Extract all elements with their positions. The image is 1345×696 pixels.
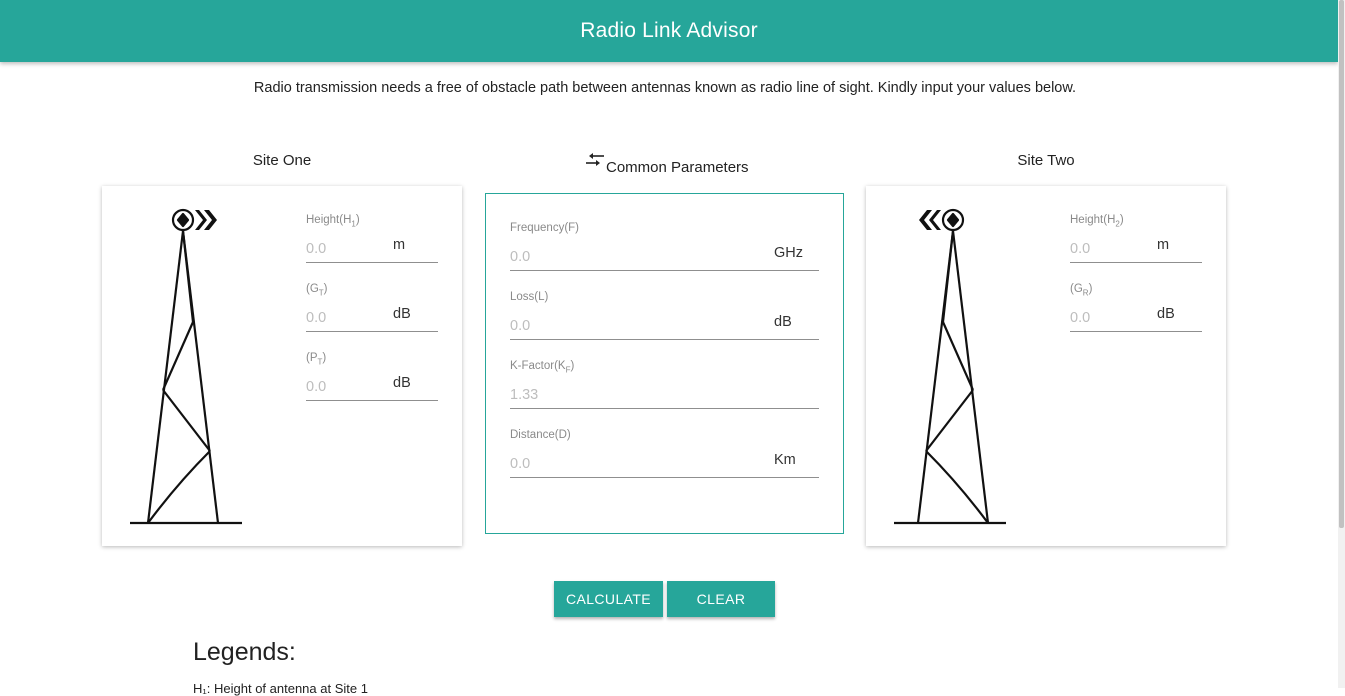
field-input[interactable]: 1.33 [510, 387, 538, 403]
field-input-row[interactable]: 1.33 [510, 374, 819, 410]
common-parameters-title: Common Parameters [606, 159, 749, 176]
field-unit: dB [393, 375, 411, 392]
site-one-field-2: (GT) 0.0 dB [306, 283, 438, 333]
field-input[interactable]: 0.0 [306, 379, 326, 395]
field-label: (GT) [306, 283, 328, 298]
field-input[interactable]: 0.0 [510, 318, 530, 334]
field-unit: m [393, 237, 406, 254]
field-label: Frequency(F) [510, 222, 580, 234]
common-field-2: Loss(L) 0.0 dB [510, 291, 819, 341]
intro-text: Radio transmission needs a free of obsta… [253, 80, 1077, 96]
field-input[interactable]: 0.0 [510, 249, 530, 265]
field-input[interactable]: 0.0 [306, 310, 326, 326]
site-two-field-1: Height(H2) 0.0 m [1070, 214, 1202, 264]
field-input-row[interactable]: 0.0 dB [510, 305, 819, 341]
field-input-row[interactable]: 0.0 GHz [510, 236, 819, 272]
legends-heading: Legends: [193, 638, 296, 666]
legend-line-1: H₁: Height of antenna at Site 1 [193, 681, 368, 696]
app-bar: Radio Link Advisor [0, 0, 1338, 62]
tower-site-two-icon [894, 208, 1006, 525]
field-input[interactable]: 0.0 [306, 241, 326, 257]
clear-button[interactable]: CLEAR [667, 581, 775, 617]
common-field-3: K-Factor(KF) 1.33 [510, 360, 819, 410]
field-unit: dB [774, 314, 792, 331]
field-unit: Km [774, 452, 796, 469]
field-unit: dB [393, 306, 411, 323]
site-one-title: Site One [252, 152, 312, 169]
app-title: Radio Link Advisor [580, 19, 758, 42]
field-input-row[interactable]: 0.0 dB [1070, 297, 1202, 333]
field-input-row[interactable]: 0.0 dB [306, 366, 438, 402]
scrollbar-thumb[interactable] [1339, 0, 1344, 528]
site-one-field-1: Height(H1) 0.0 m [306, 214, 438, 264]
site-two-field-2: (GR) 0.0 dB [1070, 283, 1202, 333]
common-parameters-card: Frequency(F) 0.0 GHz Loss(L) 0.0 dB K-Factor(K… [485, 193, 844, 534]
field-unit: m [1157, 237, 1170, 254]
vertical-scrollbar[interactable] [1338, 0, 1345, 688]
field-input-row[interactable]: 0.0 Km [510, 443, 819, 479]
field-label: (PT) [306, 352, 327, 367]
field-input-row[interactable]: 0.0 m [1070, 228, 1202, 264]
field-input-row[interactable]: 0.0 dB [306, 297, 438, 333]
field-input[interactable]: 0.0 [1070, 310, 1090, 326]
field-label: Height(H2) [1070, 214, 1124, 229]
field-label: Height(H1) [306, 214, 360, 229]
common-field-1: Frequency(F) 0.0 GHz [510, 222, 819, 272]
site-two-card: Height(H2) 0.0 m (GR) 0.0 dB [866, 186, 1226, 546]
site-two-title: Site Two [1017, 152, 1075, 169]
tower-site-one-icon [130, 208, 242, 525]
field-label: (GR) [1070, 283, 1093, 298]
swap-arrows-icon [586, 153, 604, 166]
field-input[interactable]: 0.0 [510, 456, 530, 472]
site-one-card: Height(H1) 0.0 m (GT) 0.0 dB (PT) 0.0 dB [102, 186, 462, 546]
field-unit: dB [1157, 306, 1175, 323]
field-input[interactable]: 0.0 [1070, 241, 1090, 257]
common-field-4: Distance(D) 0.0 Km [510, 429, 819, 479]
field-input-row[interactable]: 0.0 m [306, 228, 438, 264]
site-one-field-3: (PT) 0.0 dB [306, 352, 438, 402]
field-label: Loss(L) [510, 291, 549, 303]
field-label: K-Factor(KF) [510, 360, 575, 375]
field-label: Distance(D) [510, 429, 571, 441]
field-unit: GHz [774, 245, 803, 262]
calculate-button[interactable]: CALCULATE [554, 581, 663, 617]
